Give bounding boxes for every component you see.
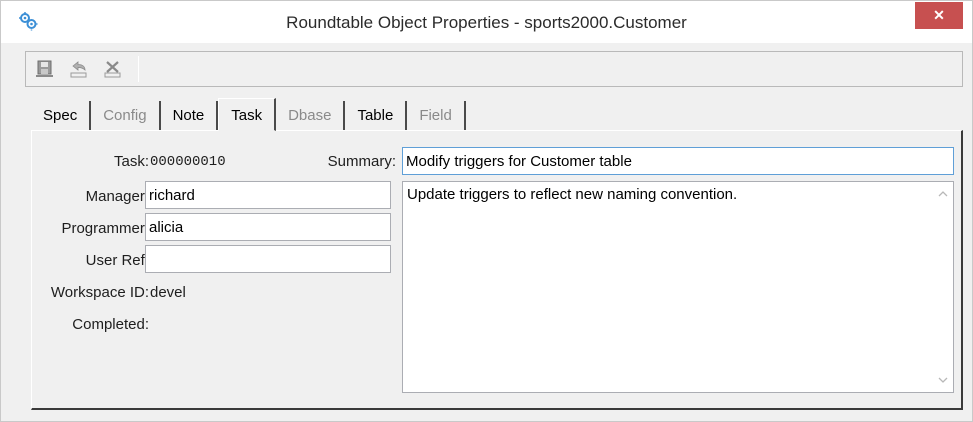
tab-config[interactable]: Config	[91, 101, 161, 131]
tab-spec[interactable]: Spec	[31, 101, 92, 131]
manager-label: Manager:	[85, 188, 149, 205]
delete-icon	[104, 61, 121, 78]
workspace-id-label: Workspace ID:	[50, 284, 149, 301]
manager-input[interactable]	[145, 181, 391, 209]
toolbar-separator	[138, 56, 139, 82]
description-textarea[interactable]: Update triggers to reflect new naming co…	[403, 182, 933, 392]
tab-table[interactable]: Table	[345, 101, 408, 131]
scroll-down-button[interactable]	[933, 370, 953, 390]
save-button[interactable]	[34, 58, 56, 80]
user-ref-label: User Ref:	[85, 252, 149, 269]
toolbar	[25, 51, 963, 87]
tab-task[interactable]: Task	[218, 98, 277, 131]
workspace-id-value: devel	[150, 284, 186, 301]
task-label: Task:	[113, 153, 149, 170]
completed-label: Completed:	[72, 316, 149, 333]
tab-field[interactable]: Field	[407, 101, 466, 131]
title-bar[interactable]: Roundtable Object Properties - sports200…	[1, 1, 972, 43]
undo-button[interactable]	[68, 58, 90, 80]
scroll-up-button[interactable]	[933, 184, 953, 204]
user-ref-input[interactable]	[145, 245, 391, 273]
task-panel: Task: 000000010 Manager: Programmer: Use…	[31, 130, 963, 410]
description-box: Update triggers to reflect new naming co…	[402, 181, 954, 393]
window-title: Roundtable Object Properties - sports200…	[286, 13, 687, 32]
chevron-down-icon	[938, 377, 948, 383]
programmer-input[interactable]	[145, 213, 391, 241]
chevron-up-icon	[938, 191, 948, 197]
undo-icon	[70, 61, 87, 78]
task-number: 000000010	[150, 154, 226, 170]
save-icon	[36, 60, 53, 77]
delete-button[interactable]	[102, 58, 124, 80]
tab-dbase[interactable]: Dbase	[276, 101, 346, 131]
tab-bar: Spec Config Note Task Dbase Table Field	[31, 97, 466, 131]
description-scrollbar[interactable]	[933, 182, 953, 392]
programmer-label: Programmer:	[61, 220, 149, 237]
properties-window: Roundtable Object Properties - sports200…	[0, 0, 973, 422]
summary-input[interactable]	[402, 147, 954, 175]
tab-note[interactable]: Note	[160, 101, 219, 131]
close-button[interactable]: ✕	[915, 2, 963, 29]
summary-label: Summary:	[327, 153, 396, 170]
